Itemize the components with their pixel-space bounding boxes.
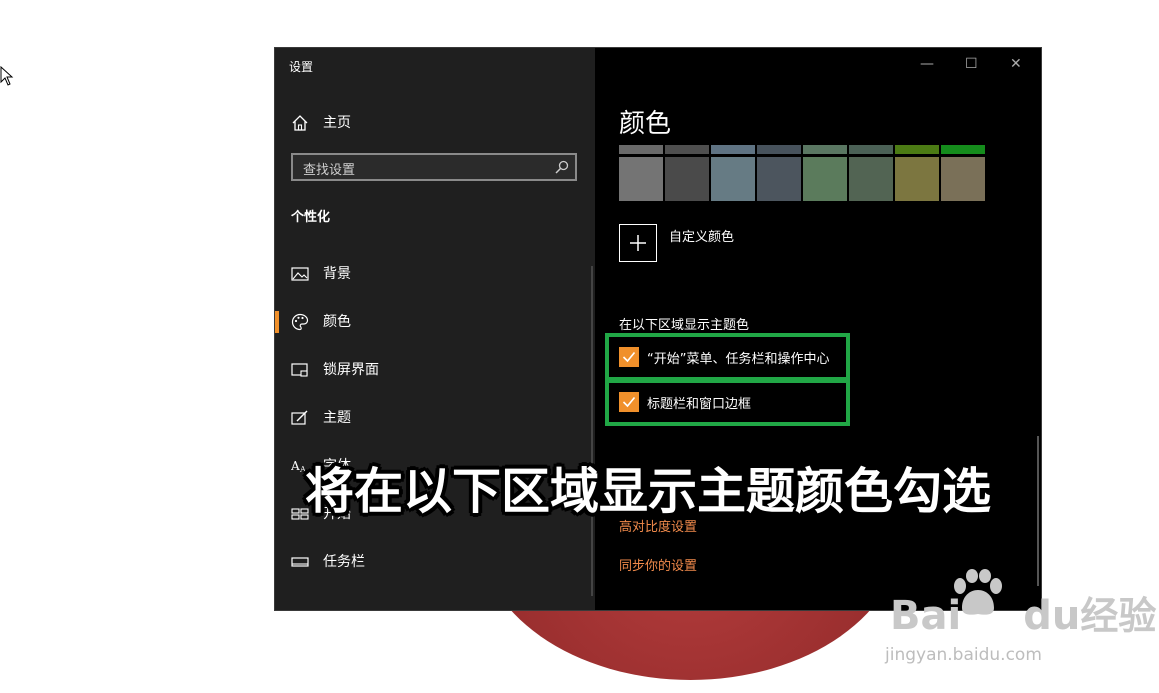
sidebar-item-taskbar[interactable]: 任务栏 <box>275 543 585 579</box>
sidebar-item-label: 锁屏界面 <box>323 362 379 378</box>
sidebar-item-label: 背景 <box>323 266 351 282</box>
sidebar-item-label: 任务栏 <box>323 554 365 570</box>
settings-window: 设置 主页 查找设置 个性化 背景 颜色 锁屏界面 主题 A A 字体 开始 任… <box>275 48 1041 610</box>
sidebar: 设置 主页 查找设置 个性化 背景 颜色 锁屏界面 主题 A A 字体 开始 任… <box>275 48 595 610</box>
custom-color-label: 自定义颜色 <box>669 230 735 245</box>
color-swatch[interactable] <box>665 157 709 201</box>
color-swatch[interactable] <box>757 157 801 201</box>
theme-icon <box>291 410 308 425</box>
sync-settings-link[interactable]: 同步你的设置 <box>619 555 697 574</box>
sidebar-item-lockscreen[interactable]: 锁屏界面 <box>275 351 585 387</box>
sidebar-item-colors[interactable]: 颜色 <box>275 303 585 339</box>
checkbox-start-taskbar[interactable]: “开始”菜单、任务栏和操作中心 <box>619 347 829 367</box>
add-custom-color-button[interactable] <box>619 224 657 262</box>
checkmark-icon <box>622 396 636 408</box>
color-swatch[interactable] <box>711 157 755 201</box>
content-pane: — ☐ ✕ 颜色 自定义颜色 在以下区域显示主题色 “开始”菜单、任务栏和操作中… <box>595 48 1041 610</box>
taskbar-icon <box>291 557 309 567</box>
window-title: 设置 <box>289 60 314 74</box>
checkmark-icon <box>622 351 636 363</box>
page-title: 颜色 <box>619 109 672 139</box>
content-scrollbar[interactable] <box>1037 436 1039 586</box>
picture-icon <box>291 267 309 281</box>
lockscreen-icon <box>291 363 308 377</box>
checkbox[interactable] <box>619 392 639 412</box>
sidebar-item-label: 主页 <box>323 115 351 131</box>
color-swatch-top[interactable] <box>757 145 801 154</box>
color-swatch[interactable] <box>849 157 893 201</box>
palette-icon <box>291 313 309 331</box>
home-icon <box>292 115 308 131</box>
watermark-brand: Bai du经验 <box>890 593 1157 639</box>
color-swatch[interactable] <box>619 157 663 201</box>
sidebar-scrollbar[interactable] <box>591 266 593 596</box>
watermark-url: jingyan.baidu.com <box>885 645 1042 665</box>
color-swatch[interactable] <box>941 157 985 201</box>
color-swatch-top[interactable] <box>895 145 939 154</box>
search-input[interactable]: 查找设置 <box>291 153 577 181</box>
color-swatch-top[interactable] <box>803 145 847 154</box>
sidebar-item-label: 颜色 <box>323 314 351 330</box>
svg-text:A: A <box>291 459 300 473</box>
maximize-button[interactable]: ☐ <box>965 56 978 72</box>
color-swatch-top[interactable] <box>941 145 985 154</box>
search-icon <box>555 160 569 174</box>
minimize-button[interactable]: — <box>920 56 934 72</box>
plus-icon <box>630 235 646 251</box>
search-placeholder: 查找设置 <box>303 163 356 178</box>
mouse-cursor-icon <box>0 66 14 86</box>
color-swatch-top[interactable] <box>665 145 709 154</box>
sidebar-item-label: 主题 <box>323 410 351 426</box>
sidebar-item-themes[interactable]: 主题 <box>275 399 585 435</box>
sidebar-item-home[interactable]: 主页 <box>275 104 585 140</box>
sidebar-item-background[interactable]: 背景 <box>275 255 585 291</box>
checkbox-label: “开始”菜单、任务栏和操作中心 <box>647 351 830 367</box>
color-swatch[interactable] <box>895 157 939 201</box>
accent-surfaces-heading: 在以下区域显示主题色 <box>619 318 750 333</box>
active-indicator <box>275 311 279 333</box>
color-swatch-top[interactable] <box>711 145 755 154</box>
caption-overlay: 将在以下区域显示主题颜色勾选 <box>305 463 992 520</box>
color-swatch-top[interactable] <box>619 145 663 154</box>
checkbox[interactable] <box>619 347 639 367</box>
checkbox-label: 标题栏和窗口边框 <box>647 396 752 412</box>
color-swatch-top[interactable] <box>849 145 893 154</box>
color-swatch[interactable] <box>803 157 847 201</box>
section-title: 个性化 <box>291 210 331 225</box>
close-button[interactable]: ✕ <box>1010 56 1022 72</box>
checkbox-titlebar[interactable]: 标题栏和窗口边框 <box>619 392 751 412</box>
